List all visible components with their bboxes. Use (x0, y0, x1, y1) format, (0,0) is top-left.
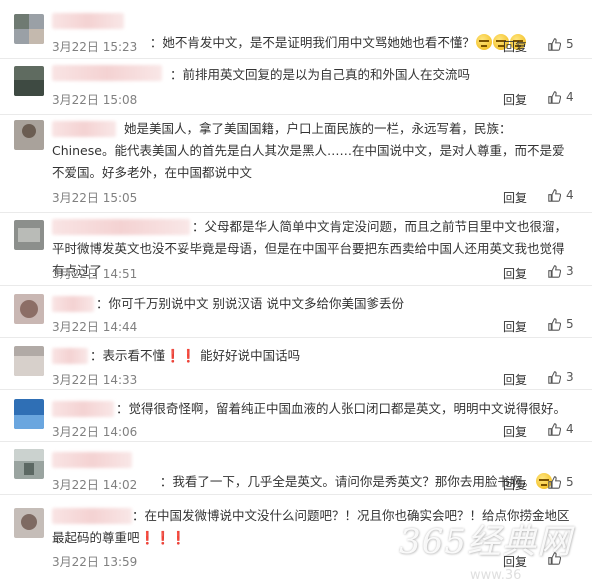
reply-button[interactable]: 回复 (503, 38, 527, 55)
reply-button[interactable]: 回复 (503, 265, 527, 282)
like-count: 5 (566, 317, 574, 331)
timestamp: 3月22日 14:06 (52, 425, 138, 439)
reply-button[interactable]: 回复 (503, 423, 527, 440)
thumbs-up-icon (548, 90, 561, 104)
like-button[interactable]: 3 (548, 370, 574, 384)
thumbs-up-icon (548, 188, 561, 202)
timestamp: 3月22日 13:59 (52, 555, 138, 569)
username-blurred[interactable] (52, 65, 162, 81)
comment-item: ：我看了一下，几乎全是英文。请问你是秀英文？那你去用脸书啊。 3月22日 14:… (0, 441, 592, 495)
timestamp: 3月22日 14:02 (52, 478, 138, 492)
like-count: 5 (566, 475, 574, 489)
comment-text: ：你可千万别说中文 别说汉语 说中文多给你美国爹丢份 (96, 296, 404, 311)
comment-text: 她是美国人，拿了美国国籍，户口上面民族的一栏，永远写着，民族：Chinese。能… (52, 121, 565, 180)
thumbs-up-icon (548, 317, 561, 331)
avatar[interactable] (14, 399, 44, 429)
avatar[interactable] (14, 449, 44, 479)
reply-button[interactable]: 回复 (503, 318, 527, 335)
thumbs-up-icon (548, 370, 561, 384)
thumbs-up-icon (548, 37, 561, 51)
timestamp: 3月22日 15:23 (52, 40, 138, 54)
avatar[interactable] (14, 66, 44, 96)
username-blurred[interactable] (52, 348, 88, 364)
reply-button[interactable]: 回复 (503, 476, 527, 493)
thumbs-up-icon (548, 422, 561, 436)
timestamp: 3月22日 15:05 (52, 191, 138, 205)
avatar[interactable] (14, 220, 44, 250)
comment-item: ：表示看不懂❗❗ 能好好说中国话吗 3月22日 14:33 回复 3 (0, 337, 592, 390)
comment-item: ：觉得很奇怪啊，留着纯正中国血液的人张口闭口都是英文，明明中文说得很好。 3月2… (0, 389, 592, 442)
like-button[interactable]: 5 (548, 37, 574, 51)
username-blurred[interactable] (52, 13, 124, 29)
reply-button[interactable]: 回复 (503, 189, 527, 206)
comment-text: ：表示看不懂❗❗ 能好好说中国话吗 (90, 348, 301, 363)
like-count: 5 (566, 37, 574, 51)
timestamp: 3月22日 14:33 (52, 373, 138, 387)
comment-text: ：觉得很奇怪啊，留着纯正中国血液的人张口闭口都是英文，明明中文说得很好。 (116, 401, 567, 416)
timestamp: 3月22日 14:51 (52, 267, 138, 281)
like-button[interactable]: 5 (548, 475, 574, 489)
like-button[interactable]: 4 (548, 90, 574, 104)
like-button[interactable]: 5 (548, 317, 574, 331)
comment-item: ：父母都是华人简单中文肯定没问题，而且之前节目里中文也很溜，平时微博发英文也没不… (0, 212, 592, 286)
username-blurred[interactable] (52, 296, 94, 312)
thumbs-up-icon (548, 475, 561, 489)
like-count: 4 (566, 188, 574, 202)
username-blurred[interactable] (52, 452, 132, 468)
avatar[interactable] (14, 508, 44, 538)
reply-button[interactable]: 回复 (503, 371, 527, 388)
avatar[interactable] (14, 14, 44, 44)
comment-item: ：她不肯发中文，是不是证明我们用中文骂她她也看不懂？ 3月22日 15:23 回… (0, 0, 592, 59)
timestamp: 3月22日 15:08 (52, 93, 138, 107)
site-watermark-url: www.36 (470, 568, 522, 583)
timestamp: 3月22日 14:44 (52, 320, 138, 334)
sad-face-icon (475, 34, 492, 50)
reply-button[interactable]: 回复 (503, 91, 527, 108)
username-blurred[interactable] (52, 401, 114, 417)
like-count: 4 (566, 90, 574, 104)
avatar[interactable] (14, 346, 44, 376)
like-button[interactable]: 4 (548, 422, 574, 436)
avatar[interactable] (14, 294, 44, 324)
like-count: 3 (566, 264, 574, 278)
like-count: 4 (566, 422, 574, 436)
site-watermark: 365经典网 (399, 522, 572, 562)
like-count: 3 (566, 370, 574, 384)
avatar[interactable] (14, 120, 44, 150)
thumbs-up-icon (548, 264, 561, 278)
comment-feed: ：她不肯发中文，是不是证明我们用中文骂她她也看不懂？ 3月22日 15:23 回… (0, 0, 592, 583)
comment-item: 她是美国人，拿了美国国籍，户口上面民族的一栏，永远写着，民族：Chinese。能… (0, 114, 592, 213)
like-button[interactable]: 4 (548, 188, 574, 202)
like-button[interactable]: 3 (548, 264, 574, 278)
comment-item: ：你可千万别说中文 别说汉语 说中文多给你美国爹丢份 3月22日 14:44 回… (0, 285, 592, 338)
comment-item: ：前排用英文回复的是以为自己真的和外国人在交流吗 3月22日 15:08 回复 … (0, 58, 592, 115)
comment-text: ：前排用英文回复的是以为自己真的和外国人在交流吗 (170, 67, 471, 82)
